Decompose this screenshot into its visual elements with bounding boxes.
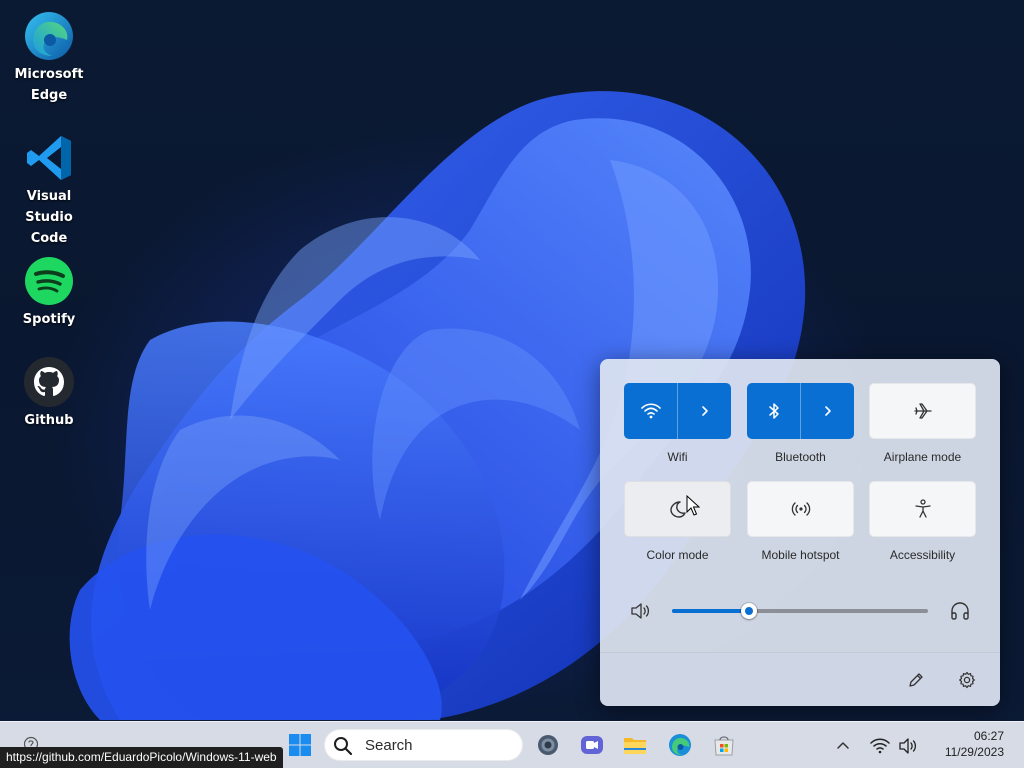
desktop-icon-spotify[interactable]: Spotify [4, 255, 94, 330]
status-bar-url: https://github.com/EduardoPicolo/Windows… [0, 747, 283, 768]
volume-slider-thumb[interactable] [740, 603, 757, 619]
tile-label: Airplane mode [883, 450, 962, 464]
edge-icon[interactable] [667, 732, 693, 758]
volume-slider[interactable] [672, 603, 928, 619]
desktop-icon-label: Visual Studio Code [25, 189, 73, 246]
bluetooth-expand-button[interactable] [801, 383, 854, 439]
desktop: Microsoft Edge Visual Studio Code Spotif… [0, 0, 1024, 768]
desktop-icon-label: Microsoft Edge [14, 67, 84, 103]
search-label: Search [365, 737, 413, 754]
clock-time: 06:27 [973, 729, 1004, 743]
bluetooth-icon [768, 403, 779, 419]
tile-label: Color mode [646, 548, 709, 562]
quick-settings-footer [600, 652, 1000, 706]
tile-label: Wifi [667, 450, 688, 464]
speaker-icon[interactable] [897, 735, 919, 757]
desktop-icon-label: Spotify [22, 312, 76, 327]
search-icon [334, 737, 353, 756]
open-settings-button[interactable] [954, 667, 980, 693]
airplane-icon [913, 403, 932, 419]
vscode-icon [27, 136, 71, 180]
bluetooth-toggle [747, 383, 854, 439]
chevron-right-icon [824, 406, 831, 416]
github-icon [24, 357, 74, 407]
hotspot-icon [791, 502, 810, 516]
tile-label: Mobile hotspot [761, 548, 840, 562]
volume-slider-fill [672, 609, 749, 613]
windows-start-icon[interactable] [287, 732, 313, 758]
tile-label: Bluetooth [775, 450, 826, 464]
pencil-icon [909, 673, 923, 687]
tile-accessibility: Accessibility [869, 481, 976, 562]
teams-meet-icon[interactable] [579, 732, 605, 758]
wifi-icon [640, 403, 661, 419]
desktop-icon-edge[interactable]: Microsoft Edge [4, 10, 94, 106]
taskbar-clock[interactable]: 06:27 11/29/2023 [934, 728, 1004, 760]
quick-settings-panel: Wifi Bluetooth Airplane mode Color mode … [600, 359, 1000, 706]
gear-icon [959, 671, 975, 689]
wifi-toggle-button[interactable] [624, 383, 677, 439]
chevron-up-icon[interactable] [832, 735, 854, 757]
color-mode-button[interactable] [624, 481, 731, 537]
wifi-icon[interactable] [869, 735, 891, 757]
settings-icon[interactable] [535, 732, 561, 758]
desktop-icon-vscode[interactable]: Visual Studio Code [4, 132, 94, 249]
mouse-cursor [686, 495, 700, 516]
spotify-icon [25, 257, 73, 305]
speaker-icon[interactable] [628, 599, 652, 623]
taskbar-search-box[interactable]: Search [324, 729, 523, 761]
edit-quick-settings-button[interactable] [903, 667, 929, 693]
file-explorer-icon[interactable] [622, 732, 648, 758]
accessibility-icon [914, 499, 931, 518]
desktop-icon-label: Github [24, 413, 74, 428]
tile-bluetooth: Bluetooth [747, 383, 854, 464]
chevron-right-icon [701, 406, 708, 416]
wifi-expand-button[interactable] [678, 383, 731, 439]
tile-airplane-mode: Airplane mode [869, 383, 976, 464]
airplane-mode-button[interactable] [869, 383, 976, 439]
edge-icon [25, 12, 73, 60]
clock-date: 11/29/2023 [944, 745, 1004, 759]
tile-color-mode: Color mode [624, 481, 731, 562]
bluetooth-toggle-button[interactable] [747, 383, 800, 439]
store-icon[interactable] [711, 732, 737, 758]
accessibility-button[interactable] [869, 481, 976, 537]
wifi-toggle [624, 383, 731, 439]
headphones-icon[interactable] [948, 599, 972, 623]
tile-mobile-hotspot: Mobile hotspot [747, 481, 854, 562]
tile-label: Accessibility [889, 548, 956, 562]
moon-icon [669, 501, 686, 518]
mobile-hotspot-button[interactable] [747, 481, 854, 537]
tile-wifi: Wifi [624, 383, 731, 464]
desktop-icon-github[interactable]: Github [4, 356, 94, 431]
